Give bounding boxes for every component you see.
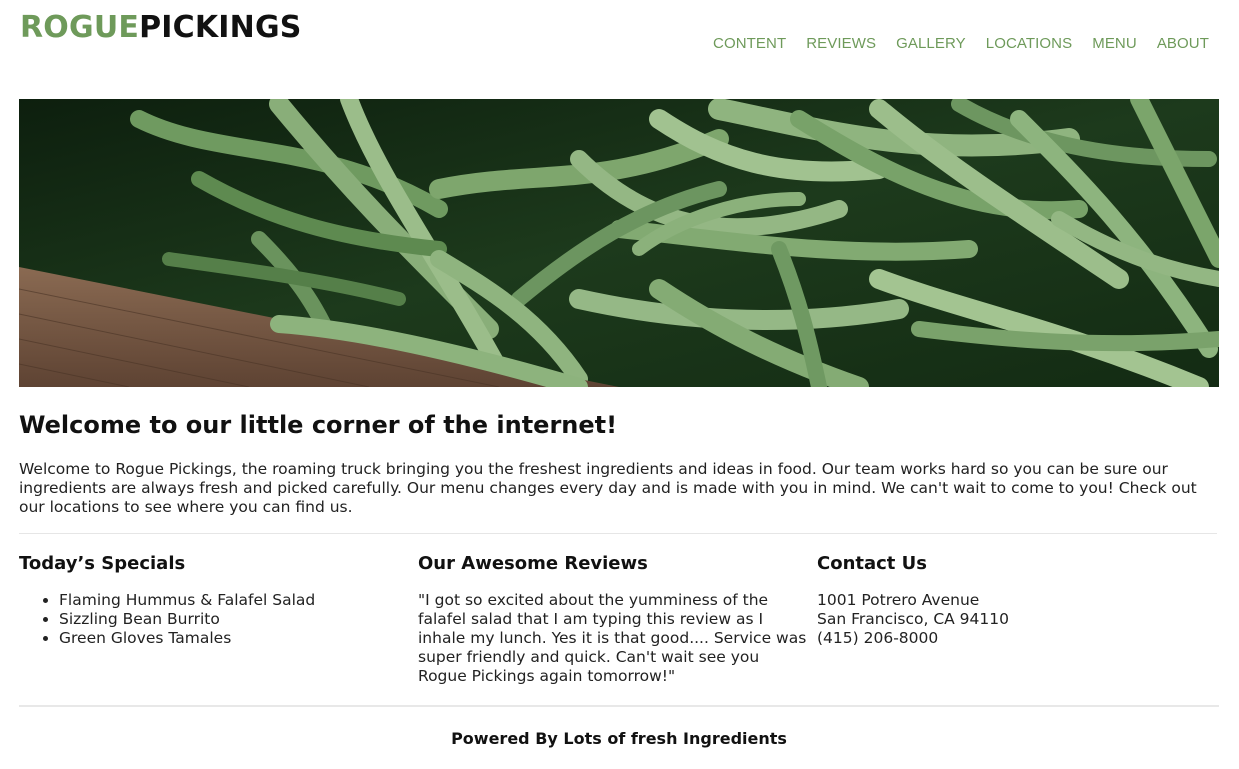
specials-item: Green Gloves Tamales xyxy=(59,629,409,648)
footer-divider xyxy=(19,705,1219,707)
nav-item-gallery[interactable]: GALLERY xyxy=(896,35,966,52)
green-beans-illustration xyxy=(19,99,1219,387)
contact-city: San Francisco, CA 94110 xyxy=(817,610,1009,628)
nav-item-menu[interactable]: MENU xyxy=(1092,35,1137,52)
hero-image-green-beans xyxy=(19,99,1219,387)
logo-part-rogue: ROGUE xyxy=(20,10,140,45)
specials-heading: Today’s Specials xyxy=(19,553,186,574)
logo-part-pickings: PICKINGS xyxy=(139,10,302,45)
nav-item-about[interactable]: ABOUT xyxy=(1157,35,1209,52)
contact-street: 1001 Potrero Avenue xyxy=(817,591,980,609)
specials-item: Sizzling Bean Burrito xyxy=(59,610,409,629)
welcome-heading: Welcome to our little corner of the inte… xyxy=(19,411,618,439)
nav-item-reviews[interactable]: REVIEWS xyxy=(806,35,876,52)
contact-phone: (415) 206-8000 xyxy=(817,629,939,647)
specials-list: Flaming Hummus & Falafel Salad Sizzling … xyxy=(19,591,409,648)
site-footer: Powered By Lots of fresh Ingredients xyxy=(451,729,787,748)
review-quote: "I got so excited about the yumminess of… xyxy=(418,591,807,685)
reviews-heading: Our Awesome Reviews xyxy=(418,553,648,574)
contact-heading: Contact Us xyxy=(817,553,928,574)
specials-item: Flaming Hummus & Falafel Salad xyxy=(59,591,409,610)
site-header: ROGUEPICKINGS CONTENT REVIEWS GALLERY LO… xyxy=(19,0,1219,99)
welcome-paragraph: Welcome to Rogue Pickings, the roaming t… xyxy=(19,460,1197,516)
section-divider xyxy=(19,533,1217,534)
nav-item-content[interactable]: CONTENT xyxy=(713,35,786,52)
site-logo[interactable]: ROGUEPICKINGS xyxy=(20,10,302,45)
specials-section: Today’s Specials Flaming Hummus & Falafe… xyxy=(19,553,409,648)
contact-section: Contact Us 1001 Potrero Avenue San Franc… xyxy=(817,553,1207,648)
reviews-section: Our Awesome Reviews "I got so excited ab… xyxy=(418,553,808,686)
nav-item-locations[interactable]: LOCATIONS xyxy=(986,35,1072,52)
main-nav: CONTENT REVIEWS GALLERY LOCATIONS MENU A… xyxy=(713,35,1209,52)
